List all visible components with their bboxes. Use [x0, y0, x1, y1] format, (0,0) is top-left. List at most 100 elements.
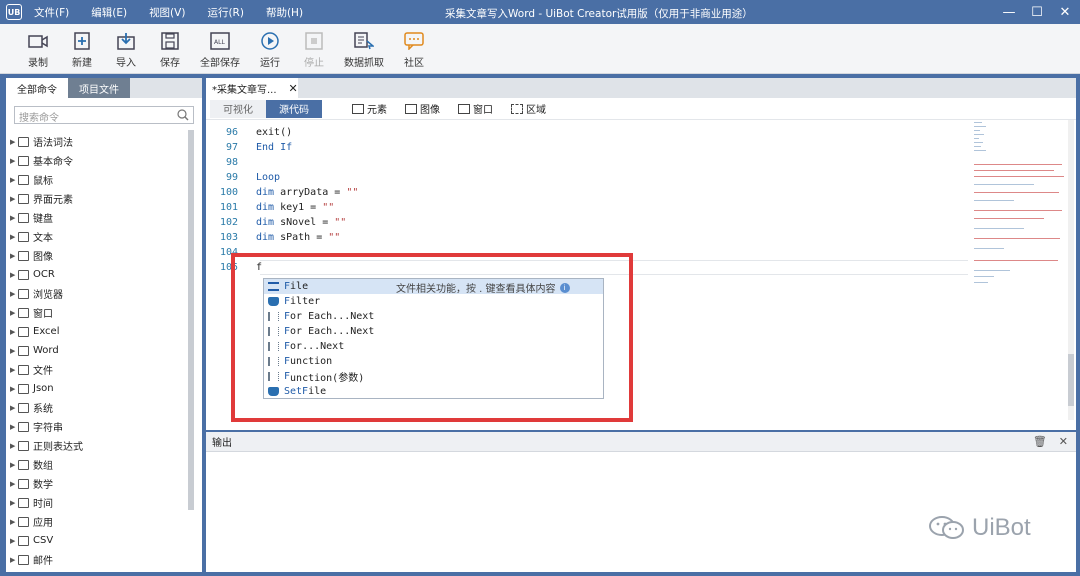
editor-scroll-thumb[interactable]	[1068, 354, 1074, 406]
category-icon	[18, 136, 29, 147]
tree-item[interactable]: ▶ Word	[10, 341, 186, 360]
data-capture-button[interactable]: 数据抓取	[336, 24, 392, 69]
maximize-icon[interactable]: ☐	[1030, 5, 1044, 20]
expand-arrow-icon[interactable]: ▶	[10, 309, 18, 317]
expand-arrow-icon[interactable]: ▶	[10, 252, 18, 260]
tab-all-commands[interactable]: 全部命令	[6, 78, 68, 98]
tree-item[interactable]: ▶ 图像	[10, 246, 186, 265]
stop-button[interactable]: 停止	[292, 24, 336, 69]
source-view-button[interactable]: 源代码	[266, 99, 322, 118]
insert-region-button[interactable]: 区域	[511, 101, 546, 116]
title-bar: UB 文件(F) 编辑(E) 视图(V) 运行(R) 帮助(H) 采集文章写入W…	[0, 0, 1080, 24]
tree-item[interactable]: ▶ 窗口	[10, 303, 186, 322]
tree-item[interactable]: ▶ 时间	[10, 493, 186, 512]
autocomplete-item[interactable]: Function(参数)	[264, 369, 603, 384]
tree-item[interactable]: ▶ 字符串	[10, 417, 186, 436]
expand-arrow-icon[interactable]: ▶	[10, 138, 18, 146]
insert-element-button[interactable]: 元素	[352, 101, 387, 116]
run-button[interactable]: 运行	[248, 24, 292, 69]
tree-item[interactable]: ▶ 鼠标	[10, 170, 186, 189]
autocomplete-item[interactable]: For...Next	[264, 339, 603, 354]
expand-arrow-icon[interactable]: ▶	[10, 404, 18, 412]
tree-item[interactable]: ▶ 系统	[10, 398, 186, 417]
tree-item[interactable]: ▶ 界面元素	[10, 189, 186, 208]
code-line: 101 dim key1 = ""	[219, 202, 335, 213]
expand-arrow-icon[interactable]: ▶	[10, 214, 18, 222]
import-button[interactable]: 导入	[104, 24, 148, 69]
community-button[interactable]: 社区	[392, 24, 436, 69]
chat-icon	[403, 31, 425, 51]
expand-arrow-icon[interactable]: ▶	[10, 423, 18, 431]
tree-item[interactable]: ▶ 数组	[10, 455, 186, 474]
tab-project-files[interactable]: 项目文件	[68, 78, 130, 98]
insert-image-button[interactable]: 图像	[405, 101, 440, 116]
tree-item[interactable]: ▶ Excel	[10, 322, 186, 341]
new-button[interactable]: 新建	[60, 24, 104, 69]
menu-help[interactable]: 帮助(H)	[266, 5, 303, 20]
expand-arrow-icon[interactable]: ▶	[10, 461, 18, 469]
tree-item[interactable]: ▶ 邮件	[10, 550, 186, 569]
expand-arrow-icon[interactable]: ▶	[10, 556, 18, 564]
excel-icon	[18, 326, 29, 337]
search-icon[interactable]	[177, 109, 189, 124]
tree-item[interactable]: ▶ 浏览器	[10, 284, 186, 303]
minimize-icon[interactable]: —	[1002, 5, 1016, 20]
visual-view-button[interactable]: 可视化	[210, 99, 266, 118]
tree-item[interactable]: ▶ 键盘	[10, 208, 186, 227]
command-search-input[interactable]: 搜索命令	[14, 106, 194, 124]
close-tab-icon[interactable]: ✕	[289, 82, 298, 95]
command-panel: 全部命令 项目文件 搜索命令 ▶ 语法词法 ▶ 基本命令 ▶ 鼠标 ▶ 界面元素 ▶ 键盘…	[6, 78, 202, 572]
expand-arrow-icon[interactable]: ▶	[10, 480, 18, 488]
tree-item[interactable]: ▶ 正则表达式	[10, 436, 186, 455]
code-minimap[interactable]	[972, 120, 1066, 420]
expand-arrow-icon[interactable]: ▶	[10, 442, 18, 450]
expand-arrow-icon[interactable]: ▶	[10, 385, 18, 393]
save-button[interactable]: 保存	[148, 24, 192, 69]
record-button[interactable]: 录制	[16, 24, 60, 69]
trash-icon[interactable]: 🗑	[1033, 435, 1047, 448]
expand-arrow-icon[interactable]: ▶	[10, 233, 18, 241]
close-icon[interactable]: ✕	[1058, 5, 1072, 20]
menu-edit[interactable]: 编辑(E)	[91, 5, 127, 20]
scrollbar[interactable]	[188, 130, 194, 510]
tree-item[interactable]: ▶ 数学	[10, 474, 186, 493]
expand-arrow-icon[interactable]: ▶	[10, 366, 18, 374]
close-icon[interactable]: ✕	[1059, 435, 1068, 448]
autocomplete-item[interactable]: Function	[264, 354, 603, 369]
tree-item[interactable]: ▶ CSV	[10, 531, 186, 550]
menu-view[interactable]: 视图(V)	[149, 5, 185, 20]
tree-item[interactable]: ▶ 应用	[10, 512, 186, 531]
tab-document[interactable]: *采集文章写... ✕	[206, 78, 298, 98]
code-line: 103 dim sPath = ""	[219, 232, 341, 243]
menu-file[interactable]: 文件(F)	[34, 5, 69, 20]
autocomplete-item[interactable]: For Each...Next	[264, 324, 603, 339]
tree-item[interactable]: ▶ 基本命令	[10, 151, 186, 170]
autocomplete-item[interactable]: Filter	[264, 294, 603, 309]
menu-run[interactable]: 运行(R)	[207, 5, 244, 20]
toolbar: 录制 新建 导入 保存 ALL 全部保存 运行 停止 数据抓取 社区	[0, 24, 1080, 74]
expand-arrow-icon[interactable]: ▶	[10, 271, 18, 279]
expand-arrow-icon[interactable]: ▶	[10, 290, 18, 298]
expand-arrow-icon[interactable]: ▶	[10, 499, 18, 507]
tree-item[interactable]: ▶ Json	[10, 379, 186, 398]
autocomplete-item[interactable]: For Each...Next	[264, 309, 603, 324]
tree-item[interactable]: ▶ 语法词法	[10, 132, 186, 151]
autocomplete-item[interactable]: SetF ile	[264, 384, 603, 399]
info-icon[interactable]: i	[559, 282, 570, 293]
stop-icon	[303, 31, 325, 51]
tree-item[interactable]: ▶ 文件	[10, 360, 186, 379]
output-title: 输出	[212, 438, 232, 449]
insert-window-button[interactable]: 窗口	[458, 101, 493, 116]
tree-item[interactable]: ▶ 文本	[10, 227, 186, 246]
autocomplete-popup[interactable]: 文件相关功能，按 . 键查看具体内容 i File Filter For Eac…	[263, 278, 604, 399]
expand-arrow-icon[interactable]: ▶	[10, 537, 18, 545]
expand-arrow-icon[interactable]: ▶	[10, 328, 18, 336]
expand-arrow-icon[interactable]: ▶	[10, 176, 18, 184]
expand-arrow-icon[interactable]: ▶	[10, 195, 18, 203]
save-all-icon: ALL	[209, 31, 231, 51]
expand-arrow-icon[interactable]: ▶	[10, 518, 18, 526]
save-all-button[interactable]: ALL 全部保存	[192, 24, 248, 69]
expand-arrow-icon[interactable]: ▶	[10, 347, 18, 355]
tree-item[interactable]: ▶ OCR	[10, 265, 186, 284]
expand-arrow-icon[interactable]: ▶	[10, 157, 18, 165]
